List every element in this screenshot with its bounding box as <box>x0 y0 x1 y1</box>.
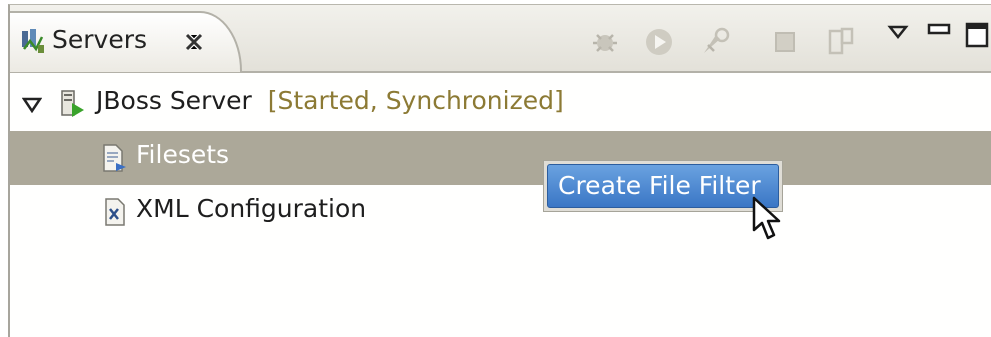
xml-configuration-label: XML Configuration <box>136 194 367 223</box>
server-name: JBoss Server <box>96 86 252 115</box>
servers-view-icon <box>20 27 46 55</box>
close-icon[interactable] <box>184 32 204 52</box>
tree-row-server[interactable]: JBoss Server [Started, Synchronized] <box>10 77 991 131</box>
tab-servers[interactable]: Servers <box>10 11 242 72</box>
maximize-icon[interactable] <box>964 19 990 49</box>
start-icon[interactable] <box>642 25 676 59</box>
tree-row-xml-configuration[interactable]: XML Configuration <box>10 185 991 239</box>
context-menu: Create File Filter <box>543 160 783 212</box>
debug-icon[interactable] <box>588 25 622 59</box>
xml-file-icon <box>102 197 130 227</box>
server-status: [Started, Synchronized] <box>267 86 564 115</box>
filesets-label: Filesets <box>136 140 230 169</box>
tab-label: Servers <box>52 25 148 54</box>
tree-row-filesets[interactable]: Filesets <box>10 131 991 185</box>
create-file-filter-menu-item[interactable]: Create File Filter <box>547 164 779 208</box>
server-icon <box>58 89 86 119</box>
mouse-cursor-icon <box>751 196 785 244</box>
expand-arrow-icon[interactable] <box>21 97 43 114</box>
publish-icon[interactable] <box>824 25 858 59</box>
minimize-icon[interactable] <box>926 19 952 43</box>
server-label: JBoss Server [Started, Synchronized] <box>96 86 564 115</box>
stop-icon[interactable] <box>768 25 802 59</box>
servers-view: Servers JBoss Server [Started, Synchroni… <box>8 4 991 337</box>
view-menu-icon[interactable] <box>886 21 910 45</box>
view-tab-bar: Servers <box>10 5 991 73</box>
profile-icon[interactable] <box>698 25 732 59</box>
fileset-icon <box>100 143 128 173</box>
